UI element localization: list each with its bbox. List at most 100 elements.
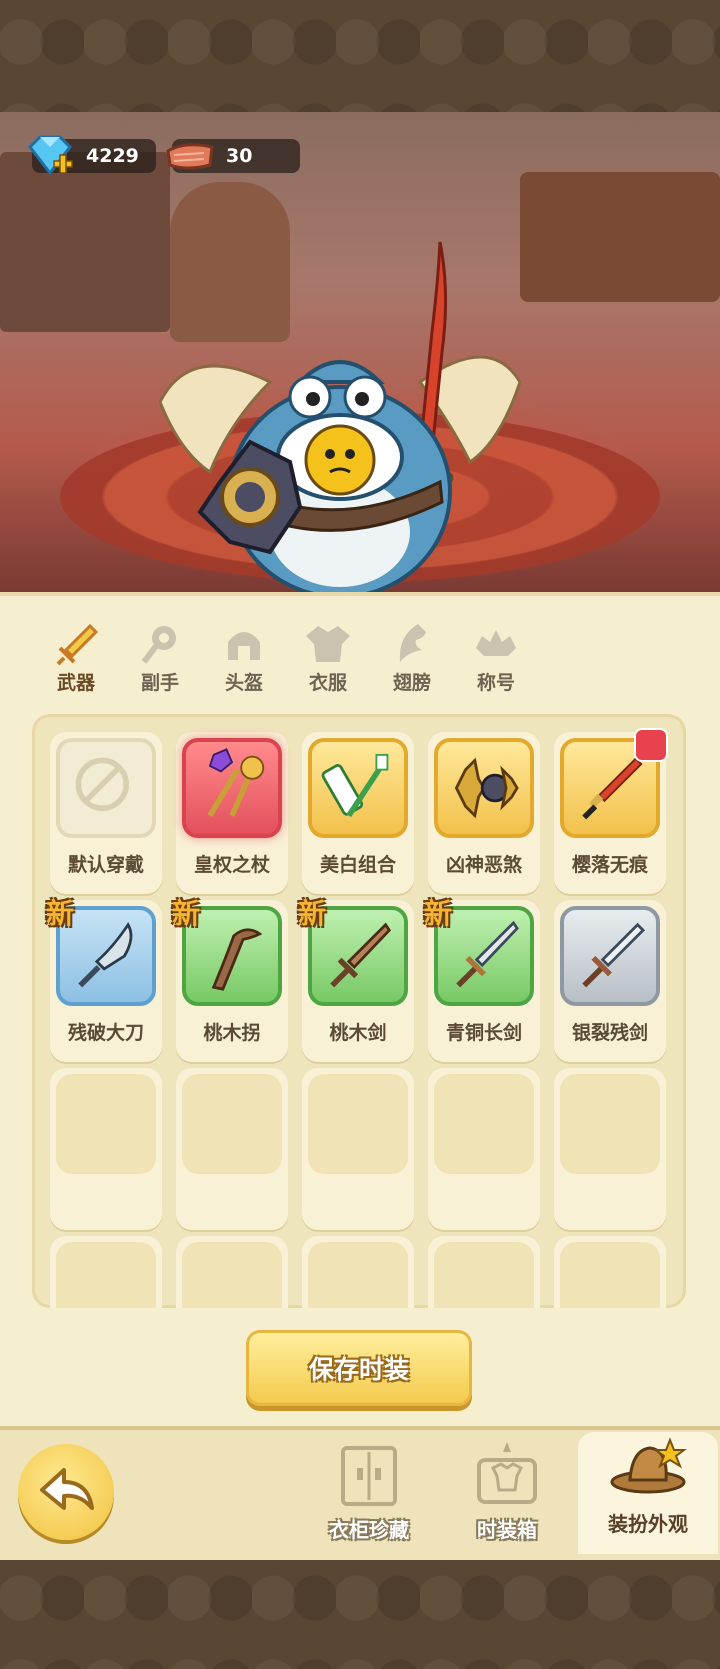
empty-slot: [182, 1242, 282, 1308]
empty-slot: [434, 1074, 534, 1174]
item-grid: 默认穿戴 皇权之杖 美白组合 凶神恶煞 樱落无痕 新 残破大刀 新 桃木拐 新 …: [32, 714, 686, 1308]
item-cell[interactable]: 新 残破大刀: [46, 897, 162, 1062]
item-cell[interactable]: 皇权之杖: [176, 732, 288, 894]
tab-offhand[interactable]: 副手: [120, 622, 200, 702]
item-cell[interactable]: 美白组合: [302, 732, 414, 894]
empty-slot: [56, 1074, 156, 1174]
item-name: 樱落无痕: [571, 854, 648, 876]
nav-dress-up[interactable]: 装扮外观: [578, 1432, 718, 1554]
item-slot: [434, 738, 534, 838]
title-icon: [476, 630, 516, 656]
empty-item-cell[interactable]: [50, 1068, 162, 1230]
tab-label: 武器: [56, 672, 95, 694]
empty-slot: [560, 1074, 660, 1174]
diamond-amount: 4229: [86, 145, 139, 167]
empty-item-cell[interactable]: [428, 1236, 540, 1308]
nav-label: 衣柜珍藏: [329, 1518, 409, 1542]
item-name: 银裂残剑: [571, 1022, 648, 1044]
nav-wardrobe[interactable]: 衣柜珍藏: [304, 1438, 434, 1548]
item-name: 凶神恶煞: [445, 854, 522, 876]
item-cell[interactable]: 新 青铜长剑: [424, 897, 540, 1062]
toothbrush-toothpaste-icon: [321, 753, 389, 818]
spiked-knuckles-icon: [454, 757, 519, 819]
nav-label: 时装箱: [477, 1518, 537, 1542]
empty-item-cell[interactable]: [176, 1068, 288, 1230]
item-name: 皇权之杖: [193, 854, 270, 876]
empty-item-cell[interactable]: [302, 1068, 414, 1230]
hat-icon: [610, 1437, 687, 1494]
item-cell[interactable]: 樱落无痕: [554, 728, 668, 894]
fashion-box-icon: [477, 1442, 537, 1504]
treasure-chest: [520, 172, 720, 302]
item-cell[interactable]: 新 桃木剑: [298, 897, 414, 1062]
diamond-plus-icon: [28, 135, 73, 176]
empty-slot: [308, 1074, 408, 1174]
offhand-icon: [141, 626, 176, 664]
nav-fashion-box[interactable]: 时装箱: [442, 1438, 572, 1548]
item-slot: [560, 906, 660, 1006]
item-slot: [56, 738, 156, 838]
tab-label: 副手: [140, 672, 179, 694]
empty-slot: [308, 1242, 408, 1308]
empty-item-cell[interactable]: [428, 1068, 540, 1230]
save-outfit-button[interactable]: 保存时装: [246, 1330, 472, 1406]
new-badge: 新: [172, 897, 201, 930]
fabric-ticket-icon: [166, 143, 214, 170]
no-equipment-icon: [75, 757, 129, 811]
back-button[interactable]: [18, 1444, 114, 1540]
tab-label: 衣服: [308, 672, 347, 694]
top-decor-band: [0, 0, 720, 112]
empty-item-cell[interactable]: [302, 1236, 414, 1308]
empty-slot: [560, 1242, 660, 1308]
item-name: 残破大刀: [67, 1022, 144, 1044]
empty-item-cell[interactable]: [554, 1236, 666, 1308]
shelf: [0, 152, 170, 332]
equipment-panel: 武器 副手 头盔 衣服 翅膀 称号 默认穿戴 皇权之杖 美白组合 凶神恶煞 樱落…: [0, 592, 720, 1436]
tab-helmet[interactable]: 头盔: [204, 622, 284, 702]
item-cell[interactable]: 新 桃木拐: [172, 897, 288, 1062]
tab-title[interactable]: 称号: [456, 622, 536, 702]
item-cell[interactable]: 银裂残剑: [554, 900, 666, 1062]
diamond-counter[interactable]: 4229: [28, 135, 156, 176]
tab-label: 称号: [476, 672, 515, 694]
tab-label: 翅膀: [392, 672, 431, 694]
item-name: 默认穿戴: [67, 854, 144, 876]
new-badge: 新: [46, 897, 75, 930]
back-arrow-icon: [40, 1468, 94, 1510]
sword-icon: [56, 623, 99, 666]
equipped-shirt-icon: [634, 728, 668, 762]
new-badge: 新: [298, 897, 327, 930]
category-tabs: 武器 副手 头盔 衣服 翅膀 称号: [0, 622, 720, 733]
item-slot: [308, 738, 408, 838]
tab-weapon[interactable]: 武器: [36, 622, 116, 702]
item-name: 桃木拐: [203, 1022, 261, 1044]
scepter-icon: [207, 748, 265, 818]
empty-slot: [56, 1242, 156, 1308]
bottom-nav: 衣柜珍藏 时装箱 装扮外观: [0, 1426, 720, 1560]
shark-costume-character: [158, 241, 522, 592]
ticket-counter[interactable]: 30: [166, 139, 300, 173]
nav-label: 装扮外观: [608, 1512, 688, 1536]
item-slot: [182, 738, 282, 838]
item-cell[interactable]: 凶神恶煞: [428, 732, 540, 894]
wings-icon: [399, 624, 426, 662]
tab-wings[interactable]: 翅膀: [372, 622, 452, 702]
empty-item-cell[interactable]: [50, 1236, 162, 1308]
helmet-icon: [228, 632, 260, 660]
cracked-silver-sword-icon: [582, 922, 646, 988]
empty-slot: [434, 1242, 534, 1308]
tab-label: 头盔: [224, 672, 263, 694]
wardrobe-icon: [341, 1446, 397, 1506]
ticket-amount: 30: [226, 145, 253, 167]
item-name: 桃木剑: [329, 1022, 387, 1044]
character-preview-scene: [0, 112, 720, 592]
empty-item-cell[interactable]: [554, 1068, 666, 1230]
item-cell[interactable]: 默认穿戴: [50, 732, 162, 894]
empty-slot: [182, 1074, 282, 1174]
empty-item-cell[interactable]: [176, 1236, 288, 1308]
clothes-icon: [306, 626, 350, 662]
new-badge: 新: [424, 897, 453, 930]
item-name: 美白组合: [319, 854, 396, 876]
tab-clothes[interactable]: 衣服: [288, 622, 368, 702]
bottom-decor-band: [0, 1556, 720, 1669]
